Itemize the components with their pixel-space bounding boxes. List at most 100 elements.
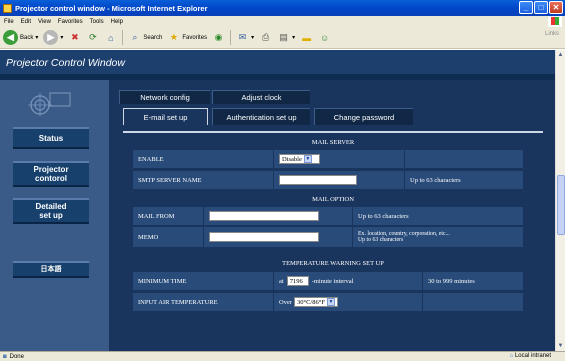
mail-from-row: MAIL FROM Up to 63 characters (133, 207, 523, 225)
scroll-up-icon[interactable]: ▲ (556, 50, 565, 60)
min-time-label: MINIMUM TIME (138, 277, 187, 285)
smtp-server-input[interactable] (279, 175, 357, 185)
windows-logo-icon (548, 16, 562, 27)
window-title: Projector control window - Microsoft Int… (15, 3, 208, 13)
forward-dropdown-icon: ▾ (60, 35, 64, 41)
menu-favorites[interactable]: Favorites (58, 19, 83, 25)
media-icon[interactable]: ◉ (212, 31, 225, 44)
enable-label: ENABLE (138, 155, 164, 163)
back-button[interactable]: ◀ Back ▾ (3, 30, 38, 45)
menu-view[interactable]: View (38, 19, 51, 25)
mail-dropdown-icon: ▾ (251, 35, 255, 41)
menu-edit[interactable]: Edit (21, 19, 31, 25)
page-title: Projector Control Window (6, 57, 125, 69)
page-header: Projector Control Window (0, 50, 555, 74)
tab-underline (123, 131, 543, 133)
messenger-icon[interactable]: ☺ (318, 31, 331, 44)
favorites-star-icon: ★ (169, 32, 178, 42)
forward-button[interactable]: ▶ ▾ (43, 30, 63, 45)
page-done-icon: ◙ (3, 353, 7, 360)
air-temp-row: INPUT AIR TEMPERATURE Over 30°C/86°F ▼ (133, 293, 523, 311)
memo-hint-line2: Up to 63 characters (358, 237, 404, 243)
air-temp-label: INPUT AIR TEMPERATURE (138, 298, 218, 306)
status-button[interactable]: Status (13, 127, 89, 149)
japanese-language-button[interactable]: 日本語 (13, 261, 89, 278)
close-button[interactable]: ✕ (549, 1, 563, 14)
enable-cell: Disable ▼ (274, 150, 404, 168)
favorites-button[interactable]: ★ Favorites (167, 31, 207, 44)
status-bar: ◙ Done ⌂ Local intranet (0, 351, 565, 361)
mail-icon: ✉ (238, 32, 247, 42)
min-time-input[interactable]: 7196 (286, 276, 309, 286)
mail-from-label: MAIL FROM (138, 212, 175, 220)
toolbar: ◀ Back ▾ ▶ ▾ ✖ ⟳ ⌂ ⌕ Search ★ Favorites … (0, 27, 565, 49)
enable-row: ENABLE Disable ▼ (133, 150, 523, 168)
print-icon[interactable]: ⎙ (259, 31, 272, 44)
maximize-button[interactable]: □ (534, 1, 548, 14)
mail-from-cell (204, 207, 352, 225)
menu-tools[interactable]: Tools (90, 19, 104, 25)
memo-row: MEMO Ex. location, country, corporation,… (133, 227, 523, 247)
scroll-thumb[interactable] (557, 175, 565, 235)
chevron-down-icon: ▼ (326, 298, 335, 306)
memo-input[interactable] (209, 232, 319, 242)
min-time-suffix: -minute interval (311, 277, 354, 285)
minimize-button[interactable]: _ (519, 1, 533, 14)
page-viewport: Projector Control Window Status Projecto… (0, 50, 555, 351)
mail-option-title: MAIL OPTION (312, 196, 354, 203)
settings-panel: Network config Adjust clock E-mail set u… (109, 80, 555, 351)
zone-label: Local intranet (514, 353, 551, 359)
edit-button[interactable]: ▤ ▾ (277, 31, 295, 44)
search-icon: ⌕ (132, 32, 138, 42)
smtp-row: SMTP SERVER NAME Up to 63 characters (133, 171, 523, 189)
ie-page-icon (3, 3, 12, 13)
tab-authentication-setup[interactable]: Authentication set up (212, 108, 310, 125)
memo-hint: Ex. location, country, corporation, etc.… (353, 227, 523, 247)
min-time-row: MINIMUM TIME at 7196 -minute interval 30… (133, 272, 523, 290)
tab-change-password[interactable]: Change password (314, 108, 413, 125)
cell-divider (422, 293, 423, 311)
sidebar: Status Projector contorol Detailed set u… (0, 80, 109, 351)
toolbar-separator (122, 30, 124, 45)
air-temp-prefix: Over (279, 298, 292, 306)
edit-icon: ▤ (279, 32, 288, 42)
detailed-setup-button[interactable]: Detailed set up (13, 198, 89, 224)
min-time-cell: at 7196 -minute interval (274, 272, 422, 290)
air-temp-select-value: 30°C/86°F (297, 298, 325, 306)
links-label[interactable]: Links (545, 31, 559, 37)
back-arrow-icon: ◀ (3, 30, 18, 45)
folder-icon[interactable]: ▬ (300, 31, 313, 44)
chevron-down-icon: ▼ (303, 155, 312, 163)
air-temp-select[interactable]: 30°C/86°F ▼ (294, 297, 338, 307)
projector-logo-icon (28, 92, 71, 116)
mail-from-input[interactable] (209, 211, 319, 221)
refresh-icon[interactable]: ⟳ (86, 31, 99, 44)
vertical-scrollbar[interactable]: ▲ ▼ (555, 50, 565, 351)
tab-adjust-clock[interactable]: Adjust clock (212, 90, 310, 104)
stop-icon[interactable]: ✖ (68, 31, 81, 44)
min-time-prefix: at (279, 277, 284, 285)
tab-network-config[interactable]: Network config (119, 90, 210, 104)
enable-select[interactable]: Disable ▼ (279, 154, 320, 164)
smtp-cell (274, 171, 404, 189)
memo-cell (204, 227, 352, 247)
mail-from-hint: Up to 63 characters (358, 212, 409, 220)
temperature-title: TEMPERATURE WARNING SET UP (282, 260, 384, 267)
mail-button[interactable]: ✉ ▾ (236, 31, 254, 44)
edit-dropdown-icon: ▾ (292, 35, 296, 41)
search-button[interactable]: ⌕ Search (128, 31, 162, 44)
security-zone: ⌂ Local intranet (510, 353, 551, 359)
menu-bar: File Edit View Favorites Tools Help (0, 16, 565, 27)
air-temp-cell: Over 30°C/86°F ▼ (274, 293, 422, 311)
projector-control-button[interactable]: Projector contorol (13, 161, 89, 187)
menu-help[interactable]: Help (111, 19, 123, 25)
enable-select-value: Disable (282, 155, 302, 163)
min-time-hint: 30 to 999 minutes (428, 277, 475, 285)
back-label: Back (20, 34, 34, 41)
home-icon[interactable]: ⌂ (104, 31, 117, 44)
window-title-bar: Projector control window - Microsoft Int… (0, 0, 565, 16)
search-label: Search (143, 34, 163, 41)
scroll-down-icon[interactable]: ▼ (556, 341, 565, 351)
tab-email-setup[interactable]: E-mail set up (123, 108, 208, 125)
menu-file[interactable]: File (4, 19, 14, 25)
